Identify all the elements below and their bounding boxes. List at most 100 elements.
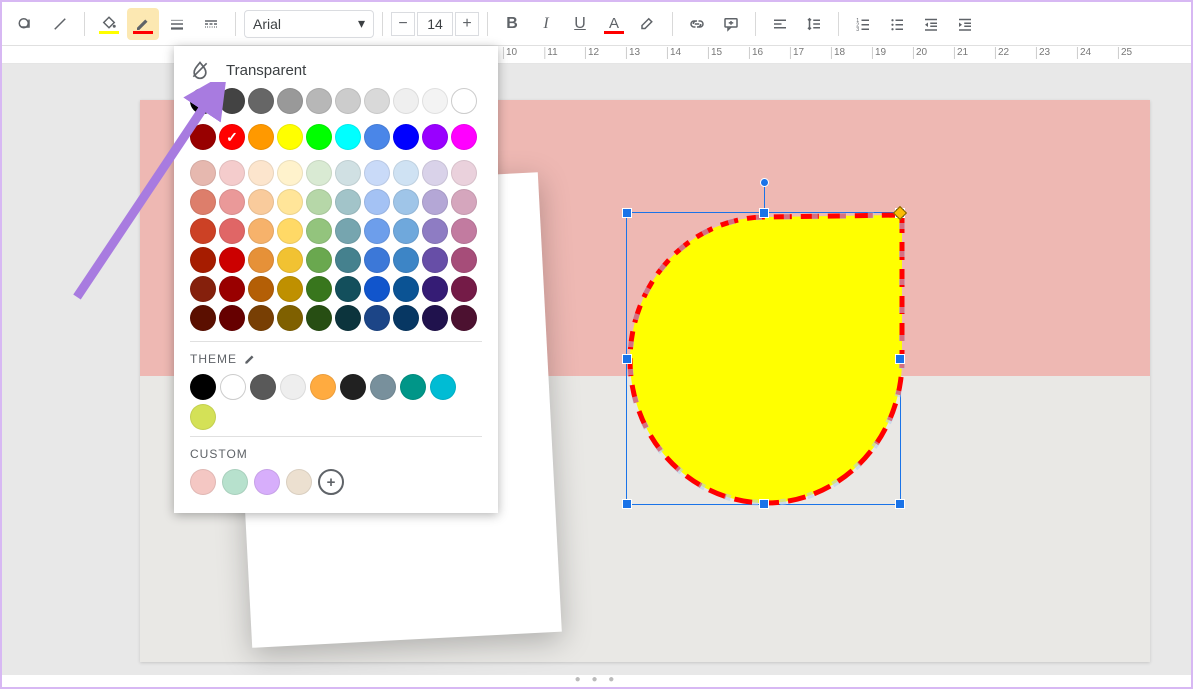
resize-handle-bm[interactable] (759, 499, 769, 509)
color-swatch[interactable] (277, 189, 303, 215)
font-size-value[interactable]: 14 (417, 12, 453, 36)
color-swatch[interactable] (277, 305, 303, 331)
color-swatch[interactable] (248, 160, 274, 186)
color-swatch[interactable] (393, 305, 419, 331)
color-swatch[interactable] (306, 189, 332, 215)
color-swatch[interactable] (277, 124, 303, 150)
color-swatch[interactable] (306, 276, 332, 302)
color-swatch[interactable] (190, 160, 216, 186)
color-swatch[interactable] (451, 305, 477, 331)
color-swatch[interactable] (248, 276, 274, 302)
color-swatch[interactable] (364, 247, 390, 273)
font-size-increase[interactable]: + (455, 12, 479, 36)
color-swatch[interactable] (219, 247, 245, 273)
color-swatch[interactable] (400, 374, 426, 400)
color-swatch[interactable] (219, 189, 245, 215)
color-swatch[interactable] (219, 218, 245, 244)
color-swatch[interactable] (451, 247, 477, 273)
color-swatch[interactable] (248, 218, 274, 244)
color-swatch[interactable] (422, 247, 448, 273)
color-swatch[interactable] (190, 247, 216, 273)
color-swatch[interactable] (248, 88, 274, 114)
color-swatch[interactable] (364, 88, 390, 114)
color-swatch[interactable] (306, 88, 332, 114)
color-swatch[interactable] (393, 88, 419, 114)
color-swatch[interactable] (422, 305, 448, 331)
color-swatch[interactable] (277, 160, 303, 186)
color-swatch[interactable] (422, 218, 448, 244)
border-color-button[interactable] (127, 8, 159, 40)
color-swatch[interactable] (422, 88, 448, 114)
color-swatch[interactable] (340, 374, 366, 400)
color-swatch[interactable] (335, 189, 361, 215)
color-swatch[interactable] (248, 124, 274, 150)
color-swatch[interactable] (190, 276, 216, 302)
font-size-decrease[interactable]: − (391, 12, 415, 36)
bold-button[interactable]: B (496, 8, 528, 40)
insert-link-button[interactable] (681, 8, 713, 40)
color-swatch[interactable] (364, 218, 390, 244)
line-spacing-button[interactable] (798, 8, 830, 40)
color-swatch[interactable] (306, 160, 332, 186)
color-swatch[interactable] (190, 218, 216, 244)
color-swatch[interactable] (335, 124, 361, 150)
color-swatch[interactable] (219, 124, 245, 150)
underline-button[interactable]: U (564, 8, 596, 40)
highlight-color-button[interactable] (632, 8, 664, 40)
color-swatch[interactable] (248, 247, 274, 273)
resize-handle-tl[interactable] (622, 208, 632, 218)
color-swatch[interactable] (306, 124, 332, 150)
bulleted-list-button[interactable] (881, 8, 913, 40)
color-swatch[interactable] (306, 218, 332, 244)
line-tool[interactable] (44, 8, 76, 40)
resize-handle-bl[interactable] (622, 499, 632, 509)
color-swatch[interactable] (306, 247, 332, 273)
shape-tool[interactable] (10, 8, 42, 40)
color-swatch[interactable] (254, 469, 280, 495)
color-swatch[interactable] (364, 305, 390, 331)
color-swatch[interactable] (364, 160, 390, 186)
numbered-list-button[interactable]: 123 (847, 8, 879, 40)
color-swatch[interactable] (190, 124, 216, 150)
color-swatch[interactable] (190, 189, 216, 215)
color-swatch[interactable] (451, 189, 477, 215)
color-swatch[interactable] (277, 276, 303, 302)
transparent-option[interactable]: Transparent (190, 60, 482, 88)
pencil-icon[interactable] (243, 352, 257, 366)
color-swatch[interactable] (393, 124, 419, 150)
color-swatch[interactable] (422, 189, 448, 215)
color-swatch[interactable] (422, 276, 448, 302)
color-swatch[interactable] (306, 305, 332, 331)
color-swatch[interactable] (335, 305, 361, 331)
color-swatch[interactable] (370, 374, 396, 400)
italic-button[interactable]: I (530, 8, 562, 40)
resize-handle-mr[interactable] (895, 354, 905, 364)
color-swatch[interactable] (335, 160, 361, 186)
insert-comment-button[interactable] (715, 8, 747, 40)
color-swatch[interactable] (277, 218, 303, 244)
fill-color-button[interactable] (93, 8, 125, 40)
color-swatch[interactable] (280, 374, 306, 400)
color-swatch[interactable] (219, 305, 245, 331)
font-family-select[interactable]: Arial ▾ (244, 10, 374, 38)
increase-indent-button[interactable] (949, 8, 981, 40)
color-swatch[interactable] (190, 305, 216, 331)
resize-handle-ml[interactable] (622, 354, 632, 364)
rotation-handle[interactable] (760, 178, 769, 187)
color-swatch[interactable] (422, 124, 448, 150)
color-swatch[interactable] (393, 218, 419, 244)
text-color-button[interactable]: A (598, 8, 630, 40)
color-swatch[interactable] (222, 469, 248, 495)
resize-handle-tm[interactable] (759, 208, 769, 218)
color-swatch[interactable] (219, 160, 245, 186)
color-swatch[interactable] (422, 160, 448, 186)
color-swatch[interactable] (219, 276, 245, 302)
color-swatch[interactable] (335, 276, 361, 302)
color-swatch[interactable] (219, 88, 245, 114)
color-swatch[interactable] (364, 276, 390, 302)
color-swatch[interactable] (393, 276, 419, 302)
color-swatch[interactable] (248, 189, 274, 215)
color-swatch[interactable] (451, 124, 477, 150)
color-swatch[interactable] (277, 247, 303, 273)
color-swatch[interactable] (430, 374, 456, 400)
